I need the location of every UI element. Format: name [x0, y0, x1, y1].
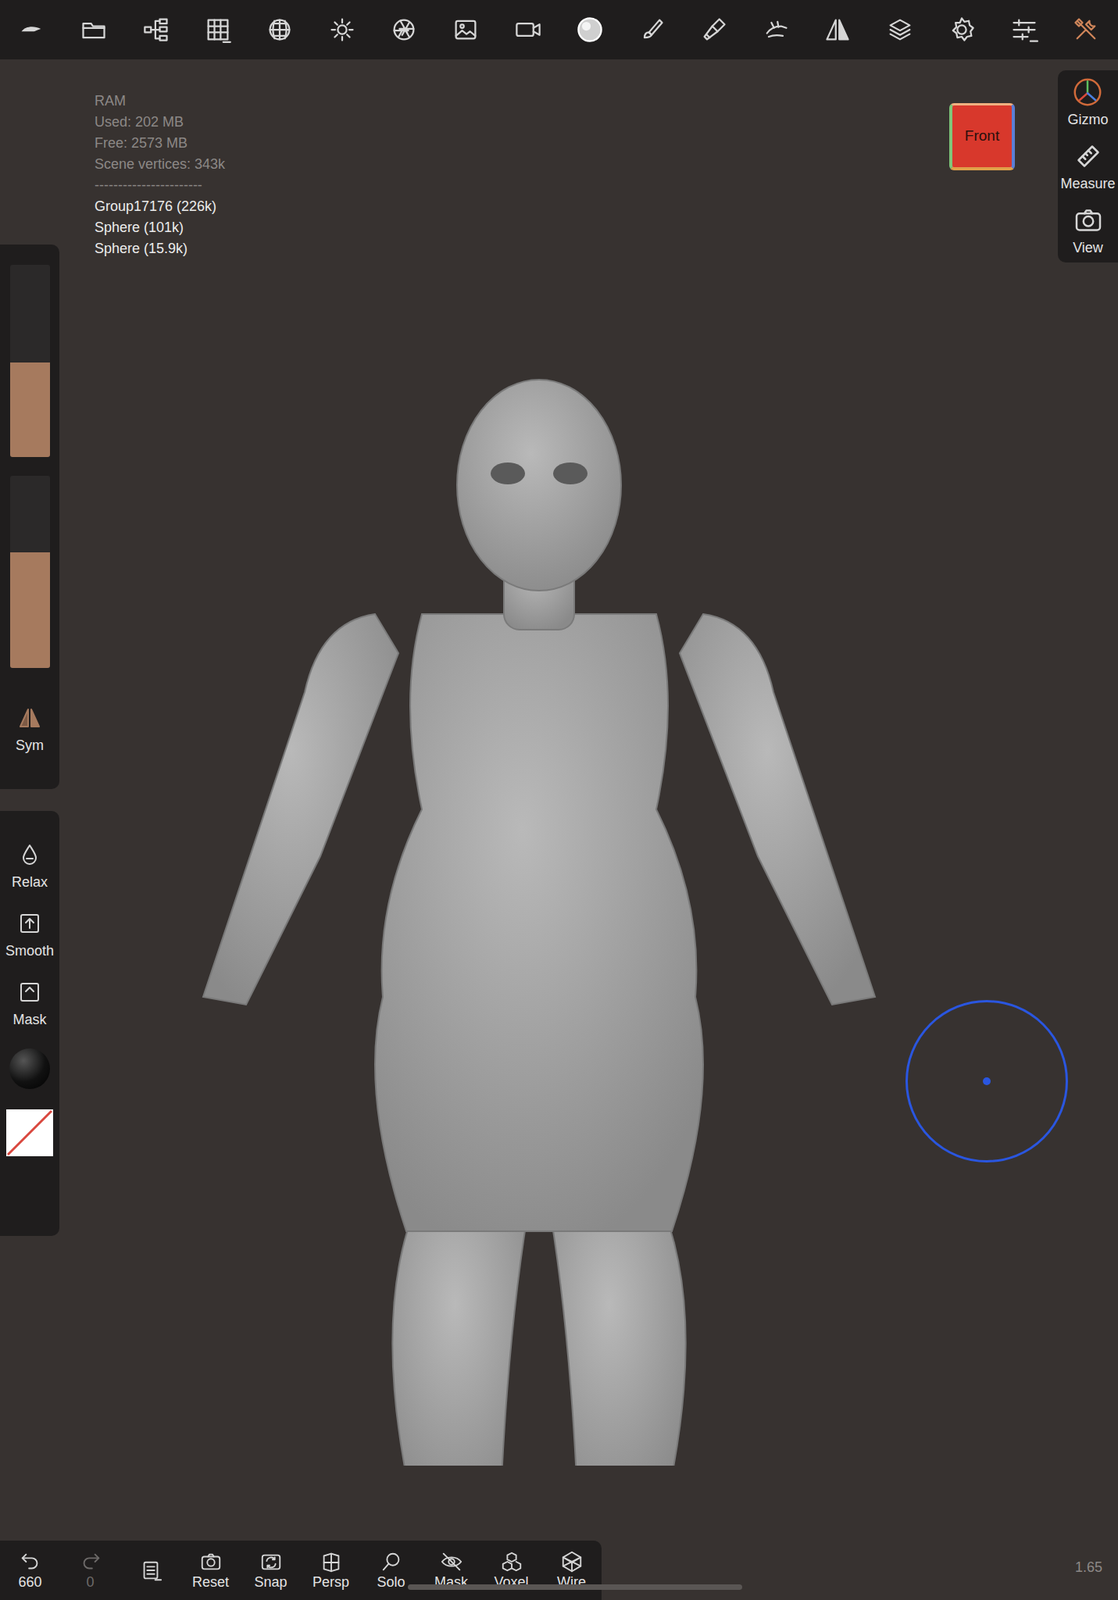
radius-slider[interactable]	[10, 264, 51, 458]
aperture-icon[interactable]	[386, 12, 422, 47]
hide-mask-eye-icon	[439, 1550, 464, 1574]
symmetry-icon[interactable]	[820, 12, 855, 47]
right-panel-button[interactable]: View	[1072, 204, 1104, 257]
label: Measure	[1060, 175, 1115, 193]
voxel-cubes-icon	[500, 1550, 524, 1574]
brush-settings-panel: Sym	[0, 244, 60, 790]
view-cube-label: Front	[964, 125, 1000, 148]
undo-button[interactable]: 660	[0, 1550, 61, 1591]
stat-line: Free: 2573 MB	[94, 132, 226, 154]
brush-icon[interactable]	[634, 12, 669, 47]
redo-icon	[78, 1550, 103, 1574]
right-panel-button[interactable]: Measure	[1060, 140, 1115, 193]
undo-icon	[18, 1550, 43, 1574]
zoom-readout: 1.65	[1075, 1557, 1103, 1579]
view-cube[interactable]: Front	[949, 103, 1015, 171]
label: Sym	[15, 736, 44, 754]
label: Solo	[376, 1573, 405, 1591]
viewport[interactable]: RAMUsed: 202 MBFree: 2573 MBScene vertic…	[0, 59, 1118, 1600]
folder-icon[interactable]	[76, 12, 111, 47]
object-entry: Group17176 (226k)	[94, 196, 226, 218]
quick-tool-button[interactable]: Relax	[11, 842, 48, 891]
sculpt-model[interactable]	[187, 215, 891, 1466]
label: Smooth	[5, 942, 54, 960]
wireframe-icon	[560, 1550, 584, 1574]
history-notes-icon	[139, 1558, 163, 1583]
label: Gizmo	[1067, 110, 1108, 129]
scene-tree-icon[interactable]	[139, 12, 174, 47]
label: Persp	[312, 1573, 350, 1591]
bottom-toolbar-button[interactable]: Persp	[300, 1550, 361, 1591]
preferences-sliders-icon[interactable]	[1007, 12, 1042, 47]
stat-line: RAM	[94, 90, 226, 112]
slider-fill	[10, 552, 51, 668]
quick-tools-panel: Relax Smooth Mask	[0, 810, 60, 1236]
label: 660	[17, 1573, 42, 1591]
measure-ruler-icon	[1072, 140, 1104, 172]
label: 0	[85, 1573, 94, 1591]
app-logo-icon[interactable]	[14, 12, 50, 47]
paint-tool-icon[interactable]	[696, 12, 732, 47]
scroll-indicator[interactable]	[407, 1584, 743, 1590]
relax-drop-icon	[17, 842, 43, 868]
multires-icon[interactable]	[262, 12, 297, 47]
mask-icon	[17, 979, 43, 1005]
label: Snap	[253, 1573, 287, 1591]
material-icon[interactable]	[572, 12, 608, 47]
object-entry: Sphere (101k)	[94, 217, 226, 239]
empty-color-swatch-icon[interactable]	[6, 1109, 54, 1157]
image-icon[interactable]	[448, 12, 483, 47]
solo-search-icon	[379, 1550, 404, 1574]
layers-icon[interactable]	[882, 12, 918, 47]
intensity-slider[interactable]	[10, 475, 51, 668]
scene-info: RAMUsed: 202 MBFree: 2573 MBScene vertic…	[94, 90, 226, 260]
label: View	[1072, 239, 1104, 257]
stat-line: Scene vertices: 343k	[94, 153, 226, 176]
bottom-toolbar: 6600ResetSnapPerspSoloMaskVoxelWire	[0, 1540, 602, 1600]
symmetry-button[interactable]: Sym	[15, 705, 44, 754]
separator: -----------------------	[94, 175, 226, 197]
label: Mask	[12, 1010, 47, 1029]
top-toolbar	[0, 0, 1118, 60]
reset-camera-icon	[199, 1550, 223, 1574]
perspective-icon	[319, 1550, 343, 1574]
quick-tool-button[interactable]: Smooth	[5, 910, 54, 960]
history-button[interactable]	[120, 1558, 181, 1583]
light-icon[interactable]	[325, 12, 360, 47]
quick-tool-button[interactable]: Mask	[12, 979, 47, 1029]
settings-gear-icon[interactable]	[944, 12, 979, 47]
tools-wrench-icon[interactable]	[1068, 12, 1104, 47]
gizmo-axes-icon	[1071, 76, 1104, 108]
material-ball-icon[interactable]	[9, 1048, 51, 1090]
brush-cursor	[905, 1000, 1068, 1163]
right-panel-button[interactable]: Gizmo	[1067, 76, 1108, 129]
hand-tool-icon[interactable]	[758, 12, 793, 47]
object-entry: Sphere (15.9k)	[94, 238, 226, 260]
smooth-icon	[17, 910, 43, 936]
snap-camera-icon	[259, 1550, 283, 1574]
stat-line: Used: 202 MB	[94, 111, 226, 133]
camera-view-icon	[1072, 204, 1104, 236]
topology-grid-icon[interactable]	[200, 12, 236, 47]
label: Relax	[11, 873, 48, 891]
bottom-toolbar-button[interactable]: Snap	[240, 1550, 301, 1591]
slider-fill	[10, 362, 51, 458]
right-panel: Gizmo Measure View	[1057, 70, 1118, 263]
bottom-toolbar-button[interactable]: Reset	[180, 1550, 241, 1591]
camera-icon[interactable]	[510, 12, 546, 47]
redo-button[interactable]: 0	[60, 1550, 121, 1591]
label: Reset	[192, 1573, 229, 1591]
